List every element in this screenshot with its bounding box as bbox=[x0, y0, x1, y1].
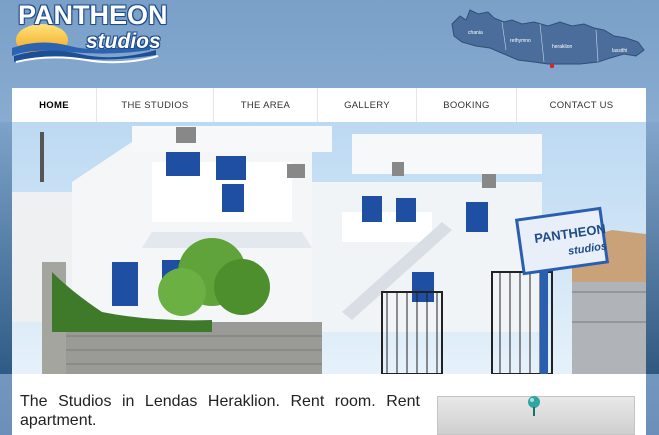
main-navigation: HOME THE STUDIOS THE AREA GALLERY BOOKIN… bbox=[12, 88, 646, 123]
main-content: The Studios in Lendas Heraklion. Rent ro… bbox=[12, 374, 646, 435]
background-sea-right bbox=[646, 122, 659, 374]
nav-booking[interactable]: BOOKING bbox=[417, 88, 517, 122]
site-header: PANTHEON studios chania rethymno herakli… bbox=[0, 0, 659, 88]
building-illustration bbox=[12, 122, 646, 374]
push-pin-icon bbox=[528, 396, 540, 416]
map-label-lassithi: lassithi bbox=[612, 48, 628, 54]
crete-island-shape bbox=[451, 9, 645, 69]
map-label-heraklion: heraklion bbox=[552, 44, 573, 50]
logo-word-studios: studios bbox=[86, 30, 161, 53]
intro-text: The Studios in Lendas Heraklion. Rent ro… bbox=[20, 393, 420, 429]
location-marker bbox=[549, 63, 555, 69]
map-label-rethymno: rethymno bbox=[510, 38, 531, 44]
logo-word-pantheon: PANTHEON bbox=[18, 0, 168, 30]
side-note-box bbox=[437, 396, 635, 435]
nav-the-area[interactable]: THE AREA bbox=[214, 88, 318, 122]
hero-photo-studios-building: PANTHEON studios bbox=[12, 122, 646, 374]
nav-home[interactable]: HOME bbox=[12, 88, 97, 122]
nav-gallery[interactable]: GALLERY bbox=[318, 88, 417, 122]
crete-map[interactable]: chania rethymno heraklion lassithi bbox=[448, 2, 648, 72]
nav-the-studios[interactable]: THE STUDIOS bbox=[97, 88, 214, 122]
background-sea-left bbox=[0, 122, 12, 374]
nav-contact-us[interactable]: CONTACT US bbox=[517, 88, 646, 122]
map-label-chania: chania bbox=[468, 30, 483, 36]
pantheon-studios-logo[interactable]: PANTHEON studios bbox=[10, 0, 168, 72]
